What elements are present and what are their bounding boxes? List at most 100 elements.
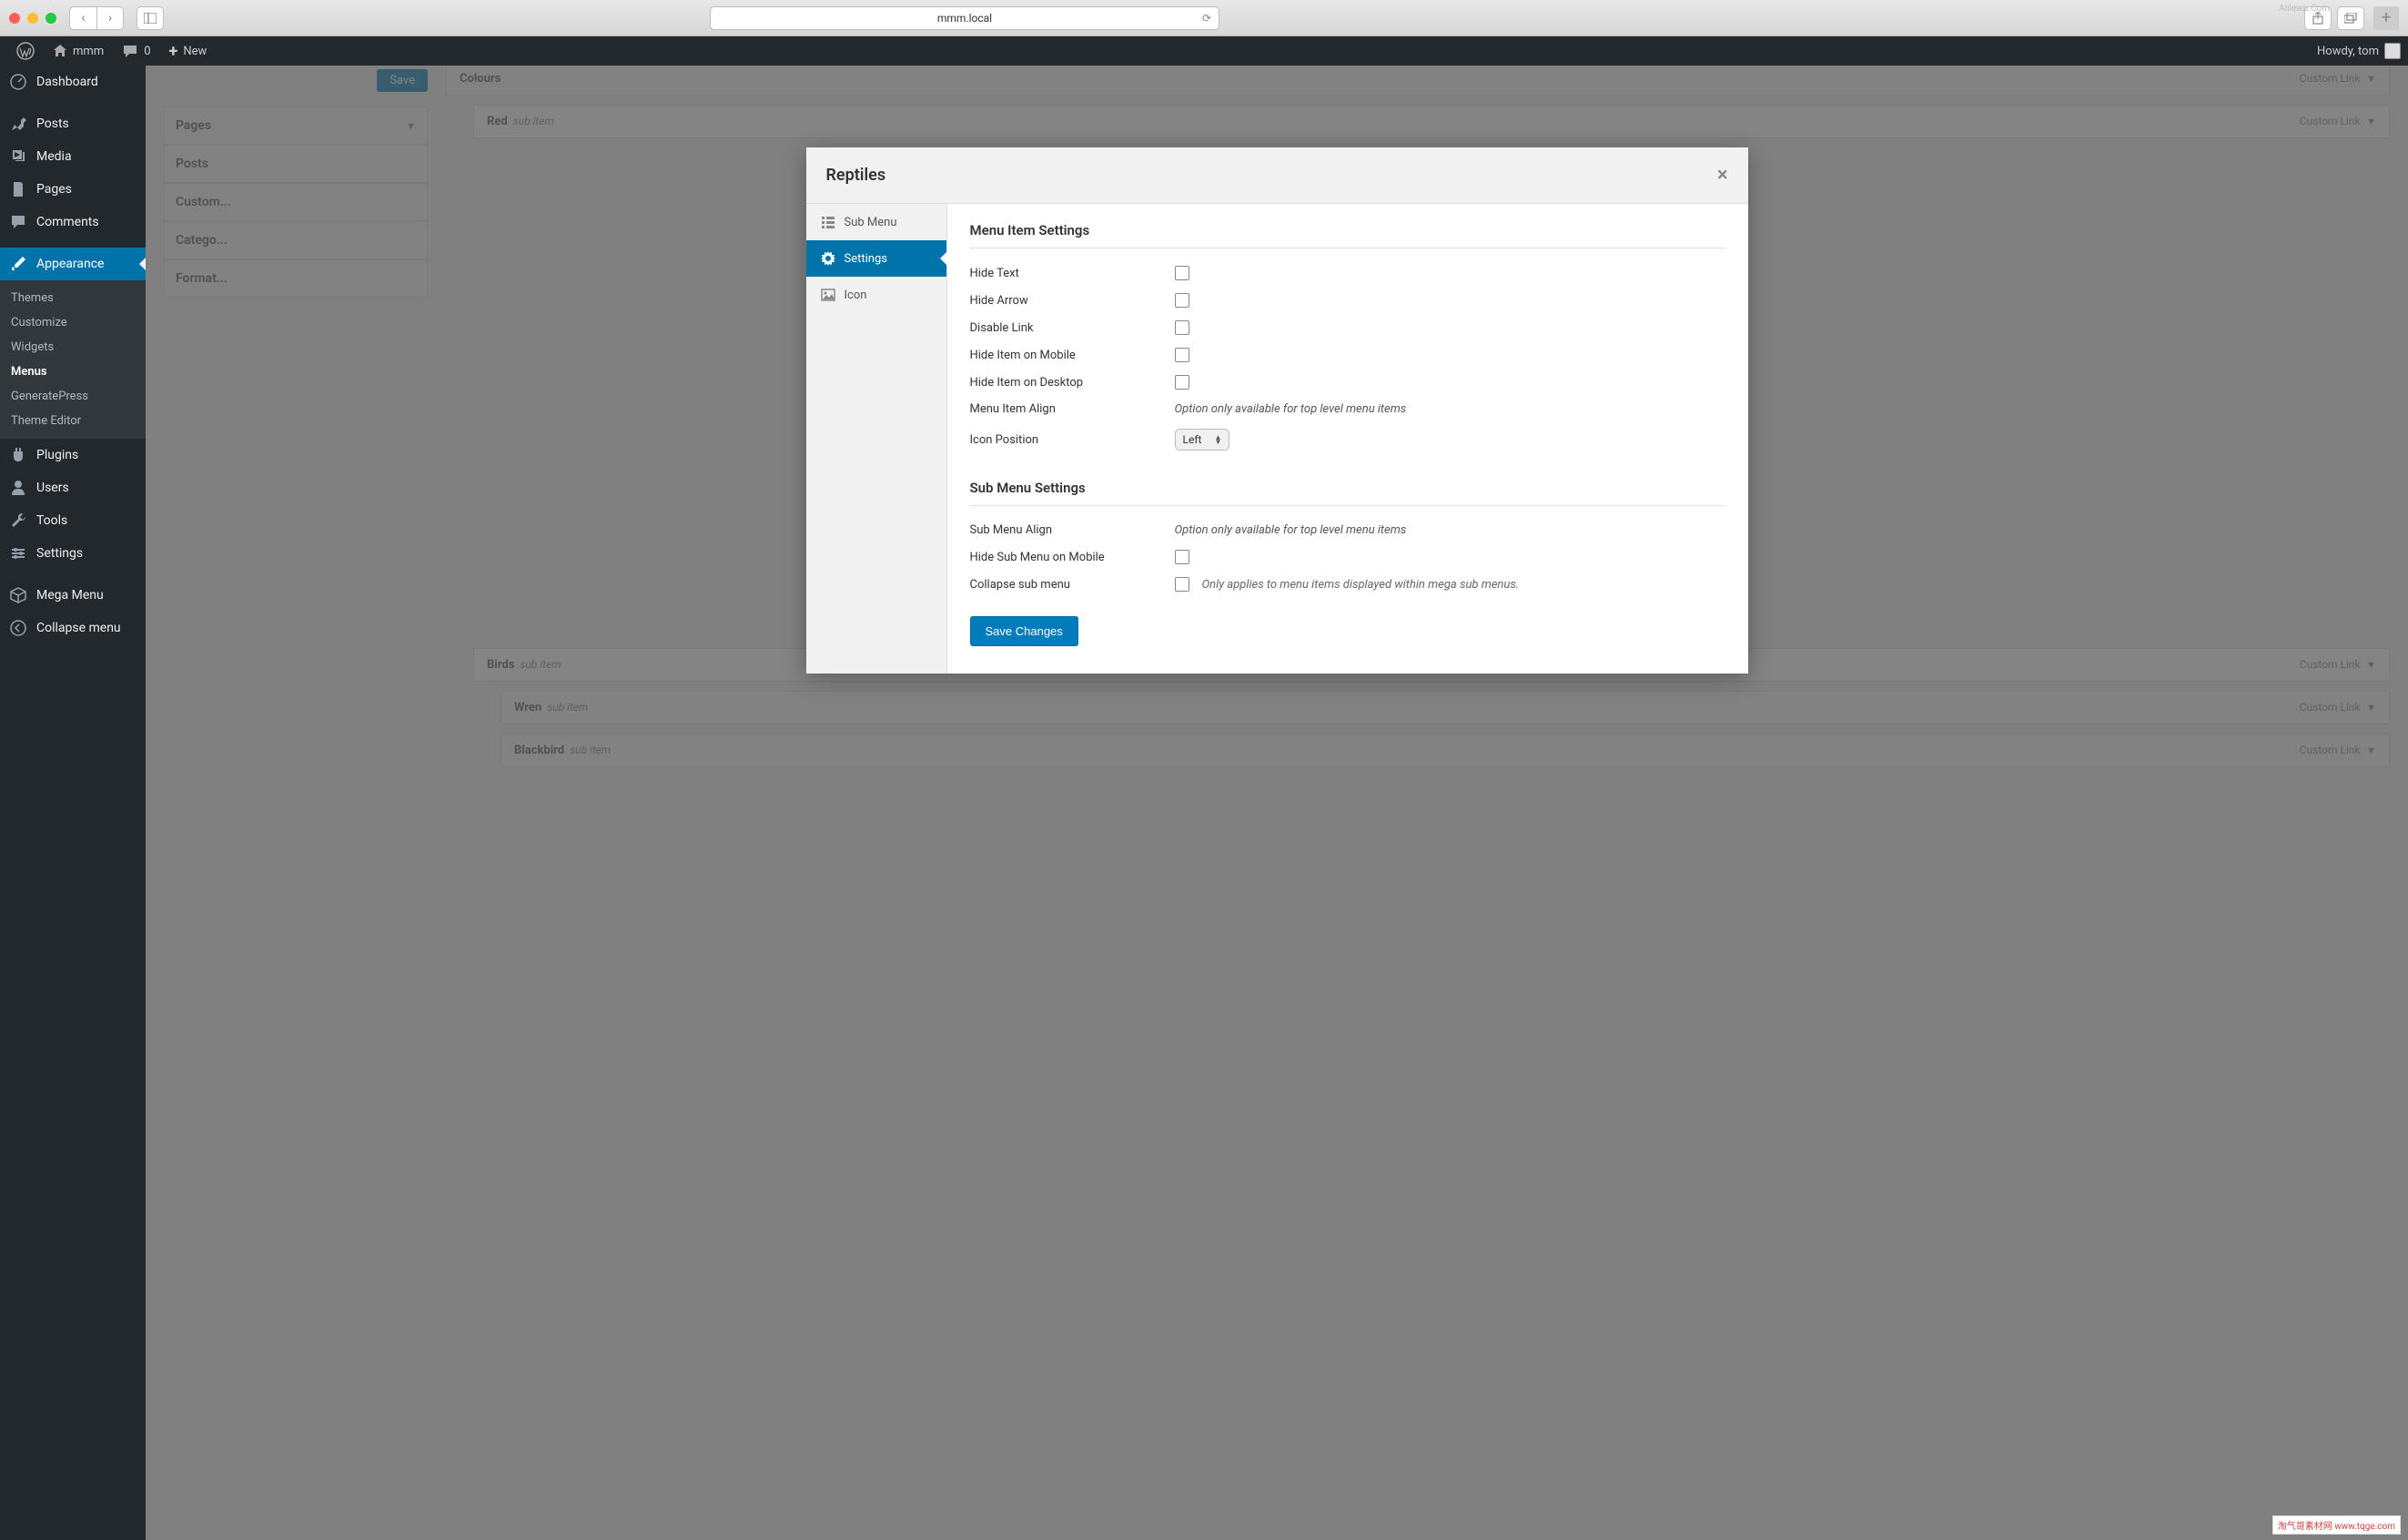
- sub-item-menus[interactable]: Menus: [0, 360, 146, 384]
- gear-icon: [821, 251, 835, 266]
- comments-item[interactable]: 0: [113, 36, 159, 66]
- tab-sub-menu[interactable]: Sub Menu: [806, 204, 946, 240]
- pages-icon: [9, 180, 27, 198]
- list-icon: [821, 215, 835, 229]
- sub-item-generatepress[interactable]: GeneratePress: [0, 384, 146, 409]
- tab-settings[interactable]: Settings: [806, 240, 946, 277]
- sub-item-theme-editor[interactable]: Theme Editor: [0, 409, 146, 433]
- modal-sidebar: Sub Menu Settings Icon: [806, 204, 947, 674]
- box-icon: [9, 586, 27, 604]
- sidebar-label: Plugins: [36, 448, 78, 462]
- hide-desktop-checkbox[interactable]: [1175, 375, 1189, 390]
- hide-text-checkbox[interactable]: [1175, 266, 1189, 280]
- forward-button[interactable]: ›: [96, 6, 124, 30]
- modal-overlay[interactable]: Reptiles × Sub Menu Settings: [146, 66, 2408, 1540]
- watermark-top: Alilewp.Com: [2279, 4, 2330, 14]
- sidebar-item-appearance[interactable]: Appearance: [0, 248, 146, 280]
- sidebar-label: Pages: [36, 182, 72, 197]
- watermark: 淘气哥素材网 www.tqge.com: [2272, 1515, 2401, 1535]
- nav-buttons: ‹ ›: [69, 6, 124, 30]
- users-icon: [9, 479, 27, 497]
- maximize-window[interactable]: [46, 13, 56, 24]
- hide-mobile-checkbox[interactable]: [1175, 348, 1189, 362]
- sidebar-item-users[interactable]: Users: [0, 471, 146, 504]
- sidebar-label: Users: [36, 481, 69, 495]
- sidebar-label: Appearance: [36, 257, 104, 271]
- row-hide-arrow: Hide Arrow: [970, 287, 1725, 314]
- wp-logo-item[interactable]: [7, 36, 44, 66]
- row-hide-text: Hide Text: [970, 259, 1725, 287]
- sub-item-customize[interactable]: Customize: [0, 310, 146, 335]
- sidebar-item-tools[interactable]: Tools: [0, 504, 146, 537]
- site-name: mmm: [73, 45, 104, 58]
- sidebar-item-media[interactable]: Media: [0, 140, 146, 173]
- sidebar-label: Comments: [36, 215, 99, 229]
- new-item[interactable]: + New: [160, 36, 217, 66]
- back-button[interactable]: ‹: [69, 6, 96, 30]
- row-sub-align: Sub Menu Align Option only available for…: [970, 517, 1725, 543]
- mega-menu-modal: Reptiles × Sub Menu Settings: [806, 147, 1748, 674]
- sidebar-item-megamenu[interactable]: Mega Menu: [0, 579, 146, 612]
- pushpin-icon: [9, 115, 27, 133]
- image-icon: [821, 288, 835, 302]
- sidebar-item-dashboard[interactable]: Dashboard: [0, 66, 146, 98]
- sidebar-item-collapse[interactable]: Collapse menu: [0, 612, 146, 644]
- sub-item-widgets[interactable]: Widgets: [0, 335, 146, 360]
- disable-link-checkbox[interactable]: [1175, 320, 1189, 335]
- howdy-text: Howdy, tom: [2317, 45, 2379, 58]
- row-icon-position: Icon Position Left ▲▼: [970, 422, 1725, 457]
- hide-arrow-checkbox[interactable]: [1175, 293, 1189, 308]
- save-changes-button[interactable]: Save Changes: [970, 616, 1078, 646]
- row-hide-desktop: Hide Item on Desktop: [970, 369, 1725, 396]
- collapse-icon: [9, 619, 27, 637]
- dashboard-icon: [9, 73, 27, 91]
- hide-sub-mobile-checkbox[interactable]: [1175, 550, 1189, 564]
- select-arrows-icon: ▲▼: [1214, 435, 1221, 444]
- section1-title: Menu Item Settings: [970, 222, 1725, 248]
- minimize-window[interactable]: [27, 13, 38, 24]
- modal-title: Reptiles: [826, 166, 886, 185]
- sidebar-item-plugins[interactable]: Plugins: [0, 439, 146, 471]
- appearance-submenu: Themes Customize Widgets Menus GenerateP…: [0, 280, 146, 439]
- sub-item-themes[interactable]: Themes: [0, 286, 146, 310]
- row-collapse: Collapse sub menu Only applies to menu i…: [970, 571, 1725, 598]
- tabs-button[interactable]: [2337, 6, 2364, 30]
- media-icon: [9, 147, 27, 166]
- sliders-icon: [9, 544, 27, 562]
- collapse-note: Only applies to menu items displayed wit…: [1202, 578, 1520, 592]
- sidebar-item-comments[interactable]: Comments: [0, 206, 146, 238]
- admin-bar: mmm 0 + New Howdy, tom: [0, 36, 2408, 66]
- wrench-icon: [9, 512, 27, 530]
- plugin-icon: [9, 446, 27, 464]
- sub-align-note: Option only available for top level menu…: [1175, 523, 1725, 537]
- tab-label: Settings: [845, 252, 887, 266]
- close-window[interactable]: [9, 13, 20, 24]
- url-bar[interactable]: mmm.local ⟳: [710, 6, 1219, 30]
- row-hide-mobile: Hide Item on Mobile: [970, 341, 1725, 369]
- new-tab-button[interactable]: +: [2373, 6, 2399, 30]
- browser-chrome: ‹ › mmm.local ⟳ +: [0, 0, 2408, 36]
- tab-label: Icon: [845, 289, 867, 302]
- brush-icon: [9, 255, 27, 273]
- tab-label: Sub Menu: [845, 216, 897, 229]
- sidebar-toggle-button[interactable]: [137, 6, 164, 30]
- row-disable-link: Disable Link: [970, 314, 1725, 341]
- reload-icon[interactable]: ⟳: [1202, 12, 1211, 25]
- sidebar-label: Dashboard: [36, 75, 98, 89]
- collapse-checkbox[interactable]: [1175, 577, 1189, 592]
- sidebar-item-pages[interactable]: Pages: [0, 173, 146, 206]
- modal-header: Reptiles ×: [806, 147, 1748, 204]
- url-text: mmm.local: [937, 12, 992, 25]
- sidebar-item-posts[interactable]: Posts: [0, 107, 146, 140]
- content-area: Save Pages▼ Posts Custom... Catego... Fo…: [146, 66, 2408, 1540]
- site-name-item[interactable]: mmm: [44, 36, 113, 66]
- section2-title: Sub Menu Settings: [970, 480, 1725, 506]
- tab-icon[interactable]: Icon: [806, 277, 946, 313]
- close-icon[interactable]: ×: [1717, 164, 1728, 187]
- sidebar-item-settings[interactable]: Settings: [0, 537, 146, 570]
- row-hide-sub-mobile: Hide Sub Menu on Mobile: [970, 543, 1725, 571]
- sidebar-label: Tools: [36, 513, 67, 528]
- icon-position-select[interactable]: Left ▲▼: [1175, 429, 1230, 451]
- howdy-item[interactable]: Howdy, tom: [2317, 43, 2401, 59]
- sidebar-label: Posts: [36, 117, 69, 131]
